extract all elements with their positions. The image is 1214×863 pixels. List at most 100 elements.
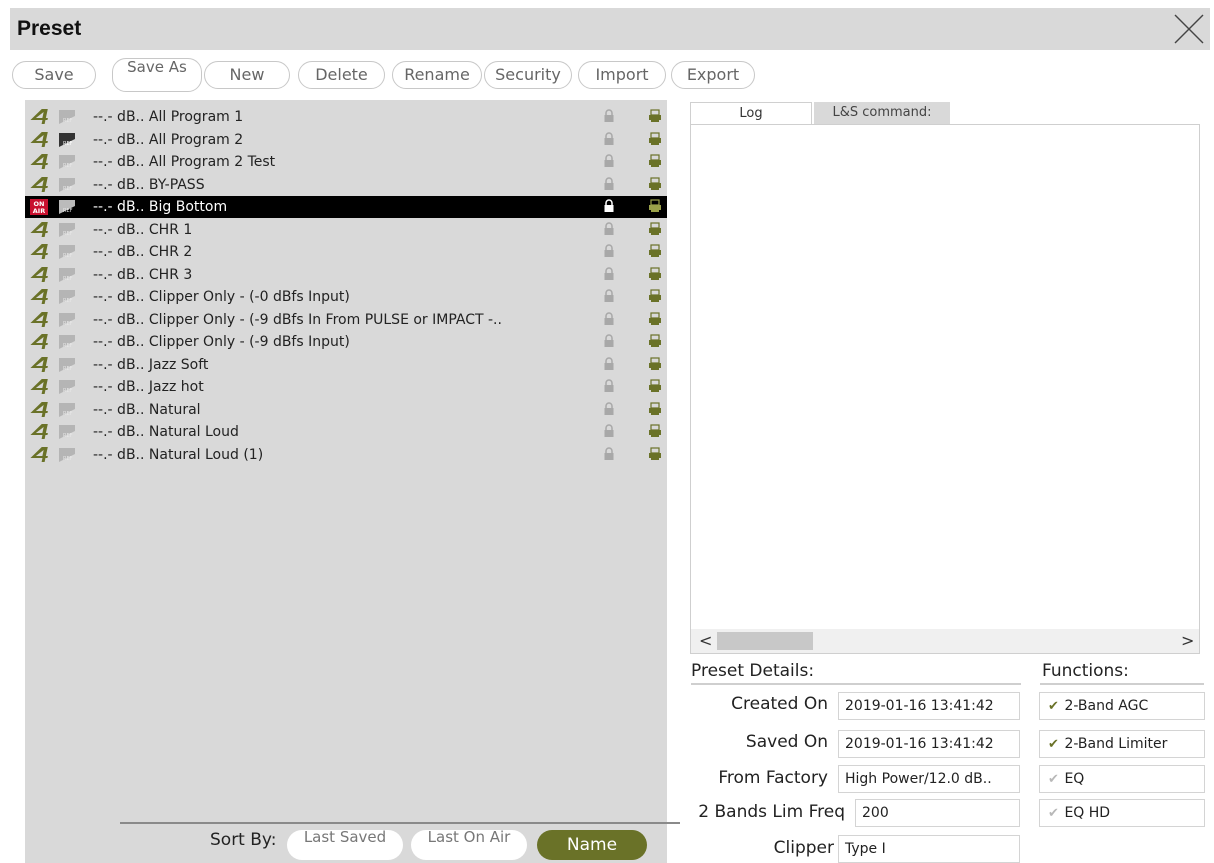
lock-icon[interactable]: [603, 356, 615, 371]
lock-icon[interactable]: [603, 221, 615, 236]
ref-text: REF: [63, 118, 73, 124]
preset-level: --.- dB..: [93, 379, 145, 395]
preset-row[interactable]: REF --.- dB.. Jazz hot: [25, 376, 667, 398]
ref-text: REF: [63, 186, 73, 192]
printer-icon[interactable]: [648, 334, 662, 348]
created-on-label: Created On: [731, 694, 828, 714]
new-button[interactable]: New: [204, 61, 290, 89]
lock-icon[interactable]: [603, 199, 615, 213]
lock-icon[interactable]: [603, 154, 615, 168]
preset-row[interactable]: REF --.- dB.. All Program 1: [25, 106, 667, 128]
printer-icon[interactable]: [648, 266, 662, 281]
function-checkbox[interactable]: ✔ EQ HD: [1039, 799, 1205, 827]
lock-icon[interactable]: [603, 131, 615, 146]
lim-freq-label: 2 Bands Lim Freq: [698, 802, 845, 822]
rename-button[interactable]: Rename: [392, 61, 482, 89]
preset-row[interactable]: REF --.- dB.. CHR 2: [25, 241, 667, 263]
sort-name-button[interactable]: Name: [537, 830, 647, 860]
scroll-right-icon[interactable]: >: [1181, 631, 1194, 650]
preset-label: --.- dB.. Jazz hot: [93, 379, 613, 395]
tab-log[interactable]: Log: [690, 102, 812, 124]
4-icon: [30, 311, 48, 327]
preset-level: --.- dB..: [93, 401, 145, 418]
4-icon: [30, 334, 48, 349]
preset-row[interactable]: ON AIR REF --.- dB.. Big Bottom: [25, 196, 667, 218]
printer-icon[interactable]: [648, 401, 662, 416]
preset-name: Natural Loud: [148, 424, 239, 440]
preset-row[interactable]: REF --.- dB.. All Program 2: [25, 129, 667, 151]
lock-icon[interactable]: [603, 244, 615, 258]
delete-button[interactable]: Delete: [298, 61, 385, 89]
lock-icon[interactable]: [603, 446, 615, 461]
printer-icon[interactable]: [648, 244, 662, 258]
preset-row[interactable]: REF --.- dB.. Clipper Only - (-0 dBfs Inp…: [25, 286, 667, 308]
lock-icon[interactable]: [603, 424, 615, 438]
ref-flag-icon: REF: [59, 177, 75, 192]
lock-icon[interactable]: [603, 176, 615, 191]
on-air-icon: ONAIR: [30, 199, 48, 215]
close-icon[interactable]: [1172, 12, 1206, 46]
preset-row[interactable]: REF --.- dB.. All Program 2 Test: [25, 151, 667, 173]
import-button[interactable]: Import: [578, 61, 666, 89]
preset-row[interactable]: REF --.- dB.. BY-PASS: [25, 174, 667, 196]
printer-icon[interactable]: [648, 176, 662, 191]
lock-icon[interactable]: [603, 401, 615, 416]
ref-flag-icon: REF: [59, 155, 75, 169]
lock-icon[interactable]: [603, 266, 615, 281]
4-icon: [30, 176, 48, 192]
ref-flag-icon: REF: [59, 357, 75, 372]
title-bar: [10, 8, 1210, 50]
preset-row[interactable]: REF --.- dB.. Clipper Only - (-9 dBfs In …: [25, 309, 667, 331]
ref-text: REF: [63, 298, 73, 304]
lock-icon[interactable]: [603, 289, 615, 303]
preset-level: --.- dB..: [93, 154, 145, 170]
log-pane[interactable]: < >: [690, 124, 1200, 654]
printer-icon[interactable]: [648, 356, 662, 371]
lock-icon[interactable]: [603, 379, 615, 393]
printer-icon[interactable]: [648, 131, 662, 146]
preset-row[interactable]: REF --.- dB.. Natural: [25, 399, 667, 421]
lock-icon[interactable]: [603, 311, 615, 326]
window-title: Preset: [17, 17, 82, 40]
preset-label: --.- dB.. CHR 1: [93, 222, 613, 238]
export-button[interactable]: Export: [671, 61, 755, 89]
printer-icon[interactable]: [648, 154, 662, 168]
printer-icon[interactable]: [648, 109, 662, 123]
4-icon: [30, 131, 48, 147]
preset-level: --.- dB..: [93, 176, 145, 193]
lock-icon[interactable]: [603, 109, 615, 123]
details-divider: [691, 683, 1021, 685]
scroll-left-icon[interactable]: <: [699, 631, 712, 650]
lock-icon[interactable]: [603, 334, 615, 348]
sort-by-label: Sort By:: [210, 830, 277, 850]
printer-icon[interactable]: [648, 424, 662, 438]
preset-name: Clipper Only - (-9 dBfs Input): [148, 334, 350, 350]
security-button[interactable]: Security: [484, 61, 572, 89]
sort-last-on-air-button[interactable]: Last On Air: [411, 830, 527, 860]
function-checkbox[interactable]: ✔ 2-Band Limiter: [1039, 730, 1205, 758]
preset-row[interactable]: REF --.- dB.. Jazz Soft: [25, 354, 667, 376]
preset-row[interactable]: REF --.- dB.. Clipper Only - (-9 dBfs Inp…: [25, 331, 667, 353]
horizontal-scrollbar[interactable]: < >: [691, 629, 1199, 653]
printer-icon[interactable]: [648, 199, 662, 213]
4-icon: [30, 446, 48, 462]
tab-ls-command[interactable]: L&S command:: [814, 102, 950, 124]
preset-label: --.- dB.. Clipper Only - (-9 dBfs Input): [93, 334, 613, 350]
printer-icon[interactable]: [648, 311, 662, 326]
preset-row[interactable]: REF --.- dB.. CHR 1: [25, 219, 667, 241]
clipper-field: Type I: [838, 835, 1020, 863]
printer-icon[interactable]: [648, 446, 662, 461]
preset-row[interactable]: REF --.- dB.. CHR 3: [25, 264, 667, 286]
printer-icon[interactable]: [648, 289, 662, 303]
function-checkbox[interactable]: ✔ EQ: [1039, 765, 1205, 793]
preset-row[interactable]: REF --.- dB.. Natural Loud: [25, 421, 667, 443]
save-button[interactable]: Save: [12, 61, 96, 89]
printer-icon[interactable]: [648, 379, 662, 393]
function-checkbox[interactable]: ✔ 2-Band AGC: [1039, 692, 1205, 720]
scrollbar-thumb[interactable]: [717, 632, 813, 650]
save-as-button[interactable]: Save As: [112, 58, 202, 92]
printer-icon[interactable]: [648, 221, 662, 236]
preset-row[interactable]: REF --.- dB.. Natural Loud (1): [25, 444, 667, 466]
sort-last-saved-button[interactable]: Last Saved: [287, 830, 403, 860]
preset-label: --.- dB.. All Program 2 Test: [93, 154, 613, 170]
